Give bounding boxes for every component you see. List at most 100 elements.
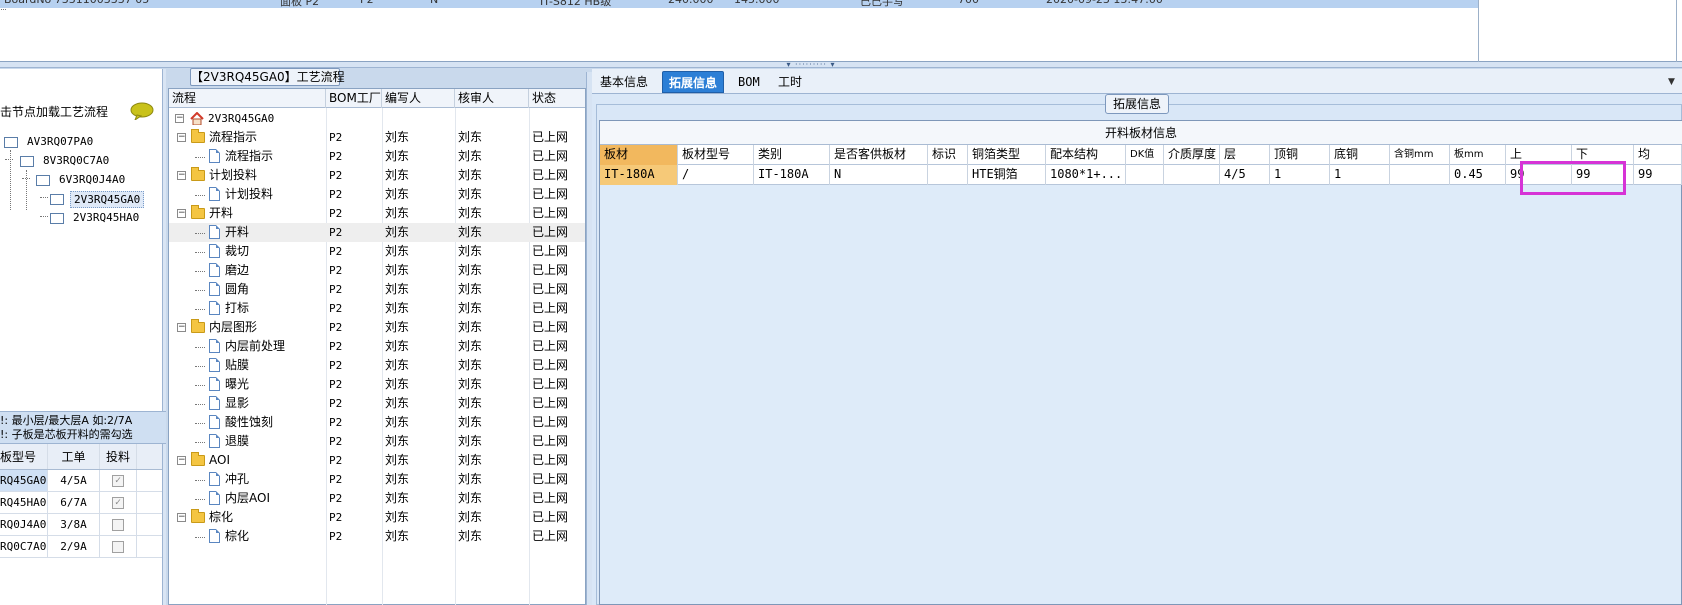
col-header-reviewer[interactable]: 核审人	[455, 89, 529, 108]
feed-checkbox[interactable]: ✓	[112, 497, 124, 509]
cut-cell[interactable]	[1164, 165, 1220, 185]
process-row[interactable]: 贴膜 P2 刘东 刘东 已上网	[169, 356, 585, 375]
tree-node[interactable]: 8V3RQ0C7A0	[40, 153, 112, 168]
process-row[interactable]: − 计划投料 P2 刘东 刘东 已上网	[169, 166, 585, 185]
feed-checkbox[interactable]: ✓	[112, 475, 124, 487]
feed-checkbox[interactable]	[112, 541, 124, 553]
cut-cell[interactable]: IT-180A	[600, 165, 678, 185]
cut-col-header[interactable]: 含铜mm	[1390, 145, 1450, 165]
cut-col-header[interactable]: 板材	[600, 145, 678, 165]
tab-basic-info[interactable]: 基本信息	[594, 71, 654, 93]
feed-checkbox[interactable]	[112, 519, 124, 531]
cut-col-header[interactable]: 配本结构	[1046, 145, 1126, 165]
tree-node[interactable]: 6V3RQ0J4A0	[56, 172, 128, 187]
process-row[interactable]: 显影 P2 刘东 刘东 已上网	[169, 394, 585, 413]
process-row[interactable]: 计划投料 P2 刘东 刘东 已上网	[169, 185, 585, 204]
collapse-toggle-icon[interactable]: −	[177, 171, 186, 180]
cut-cell[interactable]	[1390, 165, 1450, 185]
top-grid-row[interactable]: BoardNo 73311003337 05 面板 P2 P2 N IT-S812 HB…	[0, 0, 1478, 8]
process-row[interactable]: 流程指示 P2 刘东 刘东 已上网	[169, 147, 585, 166]
cut-cell[interactable]: 1	[1270, 165, 1330, 185]
node-checkbox-icon[interactable]	[20, 156, 34, 167]
col-header-status[interactable]: 状态	[529, 89, 585, 108]
process-row[interactable]: 内层AOI P2 刘东 刘东 已上网	[169, 489, 585, 508]
process-row[interactable]: 圆角 P2 刘东 刘东 已上网	[169, 280, 585, 299]
cut-cell[interactable]: HTE铜箔	[968, 165, 1046, 185]
cut-col-header[interactable]: 底铜	[1330, 145, 1390, 165]
cut-col-header[interactable]: 标识	[928, 145, 968, 165]
process-row[interactable]: 开料 P2 刘东 刘东 已上网	[169, 223, 585, 242]
col-header-flow[interactable]: 流程	[169, 89, 326, 108]
collapse-toggle-icon[interactable]: −	[177, 323, 186, 332]
process-row[interactable]: − 流程指示 P2 刘东 刘东 已上网	[169, 128, 585, 147]
left-panel-scrollbar[interactable]	[162, 69, 166, 605]
cut-cell[interactable]: N	[830, 165, 928, 185]
cut-cell[interactable]	[1126, 165, 1164, 185]
process-row[interactable]: 曝光 P2 刘东 刘东 已上网	[169, 375, 585, 394]
cut-cell[interactable]: /	[678, 165, 754, 185]
process-row[interactable]: 磨边 P2 刘东 刘东 已上网	[169, 261, 585, 280]
collapse-toggle-icon[interactable]: −	[177, 209, 186, 218]
process-row[interactable]: 内层前处理 P2 刘东 刘东 已上网	[169, 337, 585, 356]
tree-node[interactable]: AV3RQ07PA0	[24, 134, 96, 149]
node-checkbox-icon[interactable]	[4, 137, 18, 148]
process-bom: P2	[329, 131, 343, 144]
tree-node[interactable]: 2V3RQ45HA0	[70, 210, 142, 225]
speech-bubble-icon[interactable]	[130, 102, 154, 122]
process-row[interactable]: − 内层图形 P2 刘东 刘东 已上网	[169, 318, 585, 337]
process-row[interactable]: 退膜 P2 刘东 刘东 已上网	[169, 432, 585, 451]
process-row[interactable]: 打标 P2 刘东 刘东 已上网	[169, 299, 585, 318]
tree-connector	[195, 271, 205, 272]
tab-work-hours[interactable]: 工时	[772, 71, 808, 93]
cut-cell[interactable]: IT-180A	[754, 165, 830, 185]
process-writer: 刘东	[385, 358, 410, 372]
tree-node[interactable]: 2V3RQ45GA0	[70, 191, 145, 208]
process-row[interactable]: 酸性蚀刻 P2 刘东 刘东 已上网	[169, 413, 585, 432]
collapse-toggle-icon[interactable]: −	[177, 456, 186, 465]
cut-cell[interactable]: 0.45	[1450, 165, 1506, 185]
process-bom: P2	[329, 150, 343, 163]
col-header-order[interactable]: 工单	[48, 444, 100, 469]
cut-cell[interactable]	[928, 165, 968, 185]
process-row[interactable]: 裁切 P2 刘东 刘东 已上网	[169, 242, 585, 261]
col-header-board-model[interactable]: 板型号	[0, 444, 48, 469]
board-table-row[interactable]: RQ45GA0 4/5A ✓	[0, 470, 162, 492]
tab-dropdown-icon[interactable]: ▼	[1668, 77, 1675, 87]
splitter-grip-icon[interactable]: ▾ ········· ▾	[780, 61, 842, 69]
cut-col-header[interactable]: DK值	[1126, 145, 1164, 165]
cut-cell[interactable]: 1	[1330, 165, 1390, 185]
cut-col-header[interactable]: 均	[1634, 145, 1682, 165]
cut-cell[interactable]: 1080*1+...	[1046, 165, 1126, 185]
cut-col-header[interactable]: 顶铜	[1270, 145, 1330, 165]
cut-col-header[interactable]: 板mm	[1450, 145, 1506, 165]
node-checkbox-icon[interactable]	[50, 213, 64, 224]
col-header-writer[interactable]: 编写人	[382, 89, 455, 108]
node-checkbox-icon[interactable]	[50, 194, 64, 205]
collapse-toggle-icon[interactable]: −	[175, 114, 184, 123]
process-row[interactable]: − 开料 P2 刘东 刘东 已上网	[169, 204, 585, 223]
cut-cell[interactable]: 99	[1634, 165, 1682, 185]
process-row[interactable]: − 棕化 P2 刘东 刘东 已上网	[169, 508, 585, 527]
tab-extension-info[interactable]: 拓展信息	[662, 71, 725, 93]
process-row[interactable]: 棕化 P2 刘东 刘东 已上网	[169, 527, 585, 546]
node-checkbox-icon[interactable]	[36, 175, 50, 186]
board-table-row[interactable]: RQ0J4A0 3/8A	[0, 514, 162, 536]
process-writer: 刘东	[385, 187, 410, 201]
tab-bom[interactable]: BOM	[732, 71, 766, 93]
cut-col-header[interactable]: 类别	[754, 145, 830, 165]
cut-col-header[interactable]: 是否客供板材	[830, 145, 928, 165]
cut-col-header[interactable]: 层	[1220, 145, 1270, 165]
process-row[interactable]: 冲孔 P2 刘东 刘东 已上网	[169, 470, 585, 489]
process-row[interactable]: − AOI P2 刘东 刘东 已上网	[169, 451, 585, 470]
collapse-toggle-icon[interactable]: −	[177, 513, 186, 522]
col-header-feed[interactable]: 投料	[100, 444, 137, 469]
cut-col-header[interactable]: 铜箔类型	[968, 145, 1046, 165]
cut-col-header[interactable]: 介质厚度	[1164, 145, 1220, 165]
cut-col-header[interactable]: 板材型号	[678, 145, 754, 165]
cut-cell[interactable]: 4/5	[1220, 165, 1270, 185]
board-table-row[interactable]: RQ45HA0 6/7A ✓	[0, 492, 162, 514]
collapse-toggle-icon[interactable]: −	[177, 133, 186, 142]
col-header-bom-factory[interactable]: BOM工厂	[326, 89, 382, 108]
board-table-row[interactable]: RQ0C7A0 2/9A	[0, 536, 162, 558]
process-root-row[interactable]: − 2V3RQ45GA0	[169, 109, 585, 128]
